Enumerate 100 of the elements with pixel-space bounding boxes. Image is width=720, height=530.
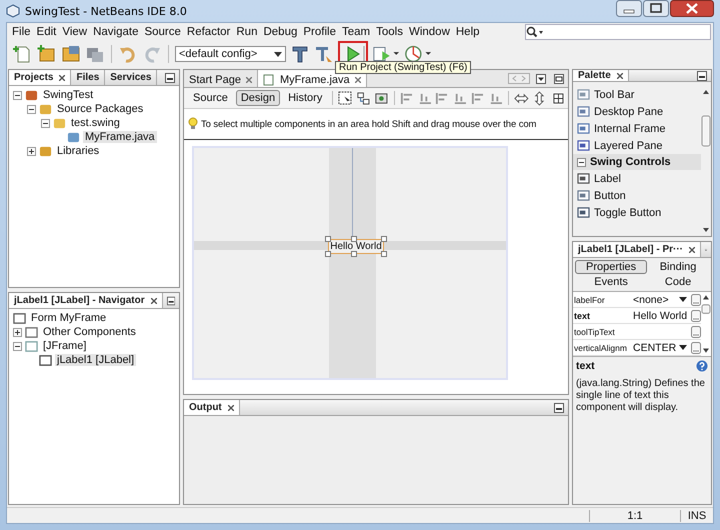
property-tab[interactable]: Code bbox=[654, 275, 702, 289]
ellipsis-button[interactable] bbox=[691, 326, 702, 338]
tooltip: Run Project (SwingTest) (F6) bbox=[335, 61, 472, 74]
menu-item[interactable]: Profile bbox=[300, 26, 339, 38]
profile-icon[interactable] bbox=[404, 44, 432, 64]
menu-item[interactable]: Navigate bbox=[90, 26, 142, 38]
help-title: text bbox=[576, 360, 595, 372]
close-icon[interactable] bbox=[228, 404, 234, 410]
component-icon bbox=[577, 106, 590, 117]
property-tab[interactable]: Binding bbox=[648, 260, 708, 274]
menu-item[interactable]: Refactor bbox=[184, 26, 234, 38]
menu-item[interactable]: Edit bbox=[34, 26, 60, 38]
close-icon[interactable] bbox=[150, 298, 157, 304]
close-icon[interactable] bbox=[59, 74, 66, 80]
close-icon[interactable] bbox=[354, 77, 361, 83]
debug-icon[interactable] bbox=[372, 44, 400, 64]
close-icon[interactable] bbox=[246, 77, 252, 83]
ellipsis-button[interactable] bbox=[691, 294, 702, 306]
expander-icon[interactable] bbox=[13, 328, 22, 336]
palette-item[interactable]: Desktop Pane bbox=[594, 106, 664, 118]
palette-item[interactable]: Button bbox=[594, 190, 626, 202]
property-name: labelFor bbox=[573, 294, 606, 304]
palette-item[interactable]: Label bbox=[594, 172, 621, 184]
menu-item[interactable]: File bbox=[9, 26, 34, 38]
panel-tab[interactable]: jLabel1 [JLabel] - Navigator bbox=[9, 293, 163, 308]
resize-horizontal-icon[interactable] bbox=[514, 90, 530, 106]
panel-tab[interactable]: jLabel1 [JLabel] - Pr··· bbox=[573, 242, 702, 257]
palette-item[interactable]: Tool Bar bbox=[594, 88, 634, 100]
tree-item[interactable]: test.swing bbox=[69, 117, 122, 129]
jlabel-component[interactable]: Hello World bbox=[328, 239, 384, 254]
close-icon[interactable] bbox=[689, 246, 696, 252]
editor-tab[interactable]: MyFrame.java bbox=[258, 70, 367, 87]
tree-item[interactable]: jLabel1 [JLabel] bbox=[55, 354, 136, 366]
ellipsis-button[interactable] bbox=[691, 310, 702, 322]
tree-item[interactable]: Form MyFrame bbox=[29, 312, 108, 324]
hammer-brush-icon[interactable] bbox=[314, 44, 334, 64]
align-icon[interactable] bbox=[400, 90, 414, 106]
property-name: text bbox=[573, 310, 592, 320]
tree-item[interactable]: [JFrame] bbox=[41, 340, 88, 352]
panel-tab[interactable]: Projects bbox=[9, 70, 72, 85]
search-field[interactable] bbox=[525, 24, 711, 40]
menu-item[interactable]: Source bbox=[141, 26, 184, 38]
help-icon[interactable] bbox=[696, 360, 708, 372]
search-icon bbox=[526, 26, 544, 38]
menu-item[interactable]: Run bbox=[233, 26, 260, 38]
tree-item[interactable]: Libraries bbox=[55, 145, 102, 157]
menu-item[interactable]: View bbox=[59, 26, 90, 38]
node-icon bbox=[25, 340, 38, 352]
hammer-icon[interactable] bbox=[290, 44, 310, 64]
tree-item[interactable]: MyFrame.java bbox=[83, 131, 157, 143]
config-dropdown[interactable]: <default config> bbox=[175, 46, 286, 62]
palette-item[interactable]: Internal Frame bbox=[594, 122, 666, 134]
view-tab[interactable]: Design bbox=[236, 90, 280, 106]
panel-tab[interactable]: Files bbox=[71, 70, 106, 85]
panel-tab[interactable]: Palette bbox=[573, 70, 629, 81]
collapse-icon[interactable] bbox=[577, 158, 586, 166]
maximize-button[interactable] bbox=[643, 0, 669, 17]
property-dropdown[interactable]: <none> bbox=[633, 294, 690, 306]
new-project-icon[interactable] bbox=[37, 44, 57, 64]
minimize-button[interactable] bbox=[616, 0, 642, 17]
menu-item[interactable]: Help bbox=[452, 26, 483, 38]
property-tab[interactable]: Properties bbox=[575, 260, 648, 274]
tree-item[interactable]: SwingTest bbox=[41, 89, 96, 101]
align-icon[interactable] bbox=[470, 90, 486, 106]
expander-icon[interactable] bbox=[41, 118, 50, 128]
selection-mode-icon[interactable] bbox=[338, 90, 354, 106]
panel-tab[interactable]: Services bbox=[105, 70, 158, 85]
menu-item[interactable]: Window bbox=[406, 26, 453, 38]
node-icon bbox=[39, 354, 52, 366]
palette-category[interactable]: Swing Controls bbox=[573, 154, 701, 170]
menu-item[interactable]: Tools bbox=[373, 26, 406, 38]
menu-item[interactable]: Debug bbox=[260, 26, 300, 38]
property-value[interactable]: Hello World bbox=[633, 310, 690, 322]
property-tab[interactable]: Events bbox=[583, 275, 639, 289]
ellipsis-button[interactable] bbox=[691, 342, 702, 354]
dropdown-icon[interactable] bbox=[536, 74, 546, 84]
tree-item[interactable]: Source Packages bbox=[55, 103, 146, 115]
palette-item[interactable]: Layered Pane bbox=[594, 140, 662, 152]
menu-item[interactable]: Team bbox=[338, 26, 374, 38]
palette-item[interactable]: Toggle Button bbox=[594, 206, 662, 218]
expander-icon[interactable] bbox=[13, 342, 22, 350]
expander-icon[interactable] bbox=[13, 90, 22, 100]
node-icon bbox=[39, 144, 52, 158]
connection-mode-icon[interactable] bbox=[356, 90, 371, 106]
property-dropdown[interactable]: CENTER bbox=[633, 342, 690, 354]
caret-icon bbox=[679, 297, 688, 302]
grid-icon[interactable] bbox=[553, 92, 564, 104]
close-icon[interactable] bbox=[616, 72, 623, 78]
view-tab[interactable]: History bbox=[283, 90, 328, 106]
expander-icon[interactable] bbox=[27, 146, 36, 156]
panel-tab[interactable]: Output bbox=[184, 400, 240, 415]
maximize-icon[interactable] bbox=[554, 74, 564, 84]
tree-item[interactable]: Other Components bbox=[41, 326, 138, 338]
component-icon bbox=[577, 173, 590, 184]
preview-icon[interactable] bbox=[374, 90, 389, 106]
expander-icon[interactable] bbox=[27, 104, 36, 114]
close-button[interactable] bbox=[670, 0, 714, 17]
component-icon bbox=[577, 207, 590, 218]
view-tab[interactable]: Source bbox=[188, 90, 233, 106]
open-project-icon[interactable] bbox=[61, 44, 81, 64]
